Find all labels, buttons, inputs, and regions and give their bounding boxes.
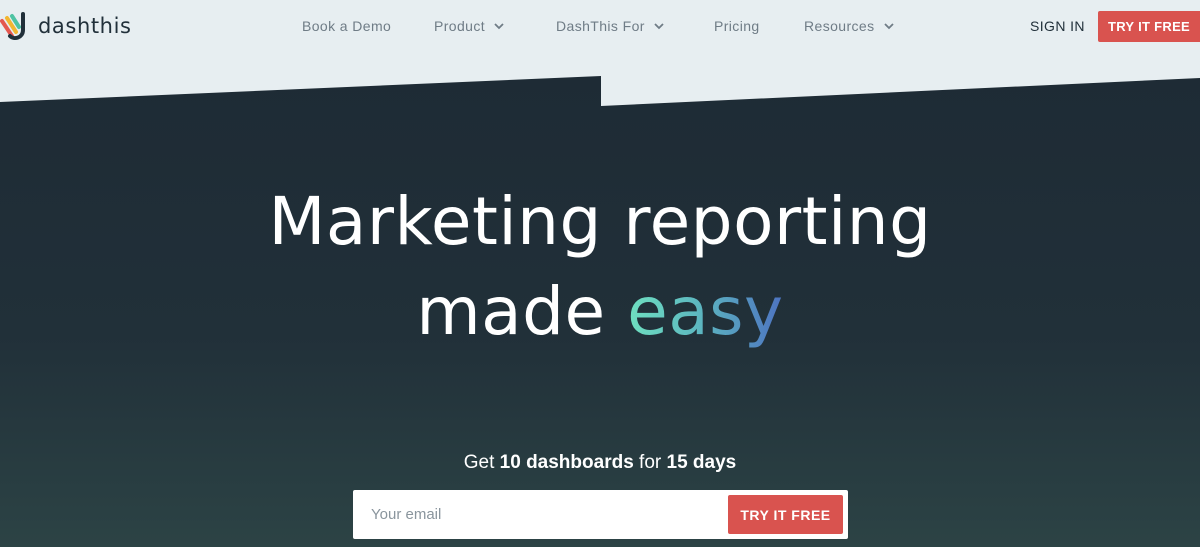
brand-name: dashthis bbox=[38, 14, 132, 38]
chevron-down-icon bbox=[654, 22, 664, 29]
nav-product[interactable]: Product bbox=[434, 18, 504, 34]
hero-headline-prefix: made bbox=[416, 273, 606, 350]
nav-dashthis-for[interactable]: DashThis For bbox=[556, 18, 664, 34]
nav-dashthis-for-label: DashThis For bbox=[556, 18, 645, 34]
nav-pricing-label: Pricing bbox=[714, 18, 760, 34]
nav-product-label: Product bbox=[434, 18, 486, 34]
dashthis-logo-icon bbox=[0, 12, 25, 40]
trial-offer-text: Get 10 dashboards for 15 days bbox=[0, 452, 1200, 474]
site-header: dashthis Book a Demo Product DashThis Fo… bbox=[0, 0, 1200, 54]
offer-duration: 15 days bbox=[666, 452, 737, 473]
email-input[interactable] bbox=[353, 490, 723, 539]
offer-count: 10 dashboards bbox=[499, 452, 634, 473]
hero-headline-line2: made easy bbox=[0, 273, 1200, 350]
chevron-down-icon bbox=[883, 22, 894, 29]
hero-headline-highlight: easy bbox=[627, 273, 784, 350]
offer-prefix: Get bbox=[463, 452, 495, 473]
nav-book-demo-label: Book a Demo bbox=[302, 18, 392, 34]
try-it-free-submit-button[interactable]: TRY IT FREE bbox=[728, 495, 843, 534]
signup-form: TRY IT FREE bbox=[353, 490, 848, 539]
nav-pricing[interactable]: Pricing bbox=[714, 18, 760, 34]
nav-book-demo[interactable]: Book a Demo bbox=[302, 18, 391, 34]
sign-in-link[interactable]: SIGN IN bbox=[1030, 18, 1085, 34]
chevron-down-icon bbox=[494, 22, 504, 29]
nav-resources[interactable]: Resources bbox=[804, 18, 894, 34]
nav-resources-label: Resources bbox=[804, 18, 875, 34]
brand-logo[interactable]: dashthis bbox=[0, 8, 132, 44]
offer-middle: for bbox=[639, 452, 662, 473]
hero-headline-line1: Marketing reporting bbox=[268, 183, 932, 260]
try-it-free-header-button[interactable]: TRY IT FREE bbox=[1098, 11, 1200, 42]
